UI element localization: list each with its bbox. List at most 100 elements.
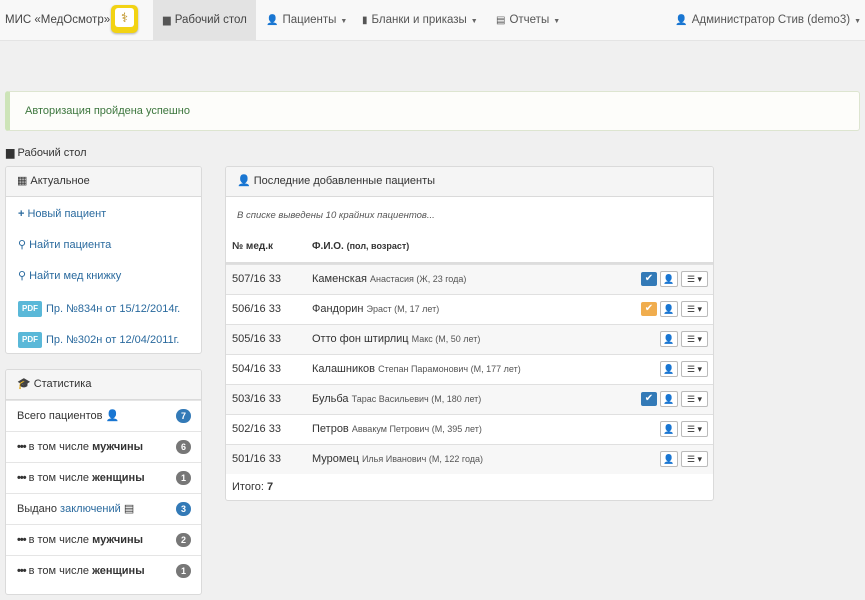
- patient-name[interactable]: Каменская Анастасия (Ж, 23 года): [312, 265, 466, 294]
- stat-patients-female: ••• в том числе женщины 1: [6, 462, 201, 493]
- medcard-number: 507/16 33: [232, 273, 281, 285]
- find-medbook-link[interactable]: ⚲ Найти мед книжку: [18, 269, 121, 283]
- table-row: 506/16 33 Фандорин Эраст (М, 17 лет) ✔ 👤 ☰ ▾: [226, 294, 713, 324]
- medcard-number: 501/16 33: [232, 453, 281, 465]
- user-icon: 👤: [237, 175, 251, 187]
- medcard-number: 504/16 33: [232, 363, 281, 375]
- stat-conclusions-male: ••• в том числе мужчины 2: [6, 524, 201, 555]
- recent-patients-header: 👤 Последние добавленные пациенты: [226, 167, 713, 197]
- count-badge: 2: [176, 533, 191, 547]
- user-icon: 👤: [105, 410, 120, 422]
- ellipsis-icon: •••: [17, 534, 27, 546]
- user-menu[interactable]: 👤 Администратор Стив (demo3) ▼: [665, 0, 865, 40]
- search-icon: ⚲: [18, 239, 27, 251]
- caret-down-icon: ▼: [854, 18, 861, 25]
- calendar-icon: ▦: [17, 175, 28, 187]
- medical-caduceus-icon[interactable]: ⚕: [111, 5, 138, 33]
- order-302-pdf-link[interactable]: PDF Пр. №302н от 12/04/2011г.: [18, 332, 179, 348]
- caret-down-icon: ▼: [470, 18, 478, 25]
- patient-name[interactable]: Фандорин Эраст (М, 17 лет): [312, 295, 439, 324]
- brand-title[interactable]: МИС «МедОсмотр»: [5, 0, 110, 40]
- count-badge: 6: [176, 440, 191, 454]
- total-count: Итого: 7: [232, 481, 274, 493]
- book-icon: ▮: [362, 15, 368, 26]
- check-status-icon[interactable]: ✔: [641, 392, 657, 406]
- count-badge: 7: [176, 409, 191, 423]
- count-badge: 1: [176, 564, 191, 578]
- success-alert: Авторизация пройдена успешно: [5, 91, 860, 131]
- conclusions-link[interactable]: заключений: [60, 503, 121, 515]
- find-patient-link[interactable]: ⚲ Найти пациента: [18, 238, 111, 252]
- count-badge: 3: [176, 502, 191, 516]
- patient-profile-button[interactable]: 👤: [660, 271, 678, 287]
- patient-profile-button[interactable]: 👤: [660, 301, 678, 317]
- stat-patients-male: ••• в том числе мужчины 6: [6, 431, 201, 462]
- row-actions-menu-button[interactable]: ☰ ▾: [681, 421, 708, 437]
- medcard-number: 503/16 33: [232, 393, 281, 405]
- patient-name[interactable]: Бульба Тарас Васильевич (М, 180 лет): [312, 385, 481, 414]
- order-834-pdf-link[interactable]: PDF Пр. №834н от 15/12/2014г.: [18, 301, 180, 317]
- row-actions-menu-button[interactable]: ☰ ▾: [681, 271, 708, 287]
- stat-total-patients: Всего пациентов 👤 7: [6, 400, 201, 431]
- patient-profile-button[interactable]: 👤: [660, 331, 678, 347]
- caret-down-icon: ▼: [340, 18, 348, 25]
- actual-panel-header: ▦ Актуальное: [6, 167, 201, 197]
- patient-profile-button[interactable]: 👤: [660, 421, 678, 437]
- table-row: 505/16 33 Отто фон штирлиц Макс (М, 50 ле…: [226, 324, 713, 354]
- list-icon: ▤: [496, 15, 506, 26]
- row-actions-menu-button[interactable]: ☰ ▾: [681, 301, 708, 317]
- check-status-icon[interactable]: ✔: [641, 272, 657, 286]
- medcard-number: 505/16 33: [232, 333, 281, 345]
- graduation-cap-icon: 🎓: [17, 378, 31, 390]
- nav-desktop[interactable]: ▆ Рабочий стол: [153, 0, 256, 40]
- table-row: 502/16 33 Петров Аввакум Петрович (М, 395…: [226, 414, 713, 444]
- nav-patients[interactable]: 👤 Пациенты ▼: [256, 0, 352, 40]
- pdf-icon: PDF: [18, 301, 42, 317]
- patient-profile-button[interactable]: 👤: [660, 391, 678, 407]
- table-row: 507/16 33 Каменская Анастасия (Ж, 23 года…: [226, 264, 713, 294]
- patient-name[interactable]: Муромец Илья Иванович (М, 122 года): [312, 445, 483, 474]
- search-icon: ⚲: [18, 270, 27, 282]
- new-patient-link[interactable]: + Новый пациент: [18, 207, 106, 221]
- col-header-fio: Ф.И.О. (пол, возраст): [312, 241, 410, 252]
- patient-name[interactable]: Отто фон штирлиц Макс (М, 50 лет): [312, 325, 480, 354]
- row-actions-menu-button[interactable]: ☰ ▾: [681, 331, 708, 347]
- recent-patients-panel: 👤 Последние добавленные пациенты В списке…: [225, 166, 714, 501]
- caret-down-icon: ▼: [553, 18, 561, 25]
- patient-name[interactable]: Калашников Степан Парамонович (М, 177 ле…: [312, 355, 521, 384]
- nav-reports[interactable]: ▤ Отчеты ▼: [486, 0, 570, 40]
- actual-panel: ▦ Актуальное + Новый пациент ⚲ Найти пациен…: [5, 166, 202, 354]
- patient-profile-button[interactable]: 👤: [660, 361, 678, 377]
- stats-panel: 🎓 Статистика Всего пациентов 👤 7 ••• в том…: [5, 369, 202, 595]
- document-icon: ▤: [123, 503, 135, 515]
- list-note: В списке выведены 10 крайних пациентов..…: [237, 210, 435, 221]
- stats-panel-header: 🎓 Статистика: [6, 370, 201, 400]
- pdf-icon: PDF: [18, 332, 42, 348]
- col-header-medcard: № мед.к: [232, 241, 274, 252]
- user-name: Администратор Стив (demo3): [691, 14, 851, 26]
- check-status-icon[interactable]: ✔: [641, 302, 657, 316]
- ellipsis-icon: •••: [17, 441, 27, 453]
- row-actions-menu-button[interactable]: ☰ ▾: [681, 391, 708, 407]
- ellipsis-icon: •••: [17, 565, 27, 577]
- count-badge: 1: [176, 471, 191, 485]
- user-icon: 👤: [675, 15, 688, 26]
- row-actions-menu-button[interactable]: ☰ ▾: [681, 361, 708, 377]
- top-navbar: МИС «МедОсмотр» ⚕ ▆ Рабочий стол 👤 Пациент…: [0, 0, 865, 41]
- page-title: ▆ Рабочий стол: [6, 147, 87, 159]
- medcard-number: 502/16 33: [232, 423, 281, 435]
- patient-name[interactable]: Петров Аввакум Петрович (М, 395 лет): [312, 415, 482, 444]
- patient-profile-button[interactable]: 👤: [660, 451, 678, 467]
- table-row: 503/16 33 Бульба Тарас Васильевич (М, 180…: [226, 384, 713, 414]
- medcard-number: 506/16 33: [232, 303, 281, 315]
- stat-conclusions-female: ••• в том числе женщины 1: [6, 555, 201, 586]
- user-icon: 👤: [266, 15, 279, 26]
- stat-conclusions: Выдано заключений ▤ 3: [6, 493, 201, 524]
- table-row: 501/16 33 Муромец Илья Иванович (М, 122 г…: [226, 444, 713, 474]
- row-actions-menu-button[interactable]: ☰ ▾: [681, 451, 708, 467]
- desktop-icon: ▆: [6, 147, 15, 159]
- nav-forms-orders[interactable]: ▮ Бланки и приказы ▼: [352, 0, 486, 40]
- table-row: 504/16 33 Калашников Степан Парамонович (…: [226, 354, 713, 384]
- ellipsis-icon: •••: [17, 472, 27, 484]
- plus-icon: +: [18, 208, 25, 220]
